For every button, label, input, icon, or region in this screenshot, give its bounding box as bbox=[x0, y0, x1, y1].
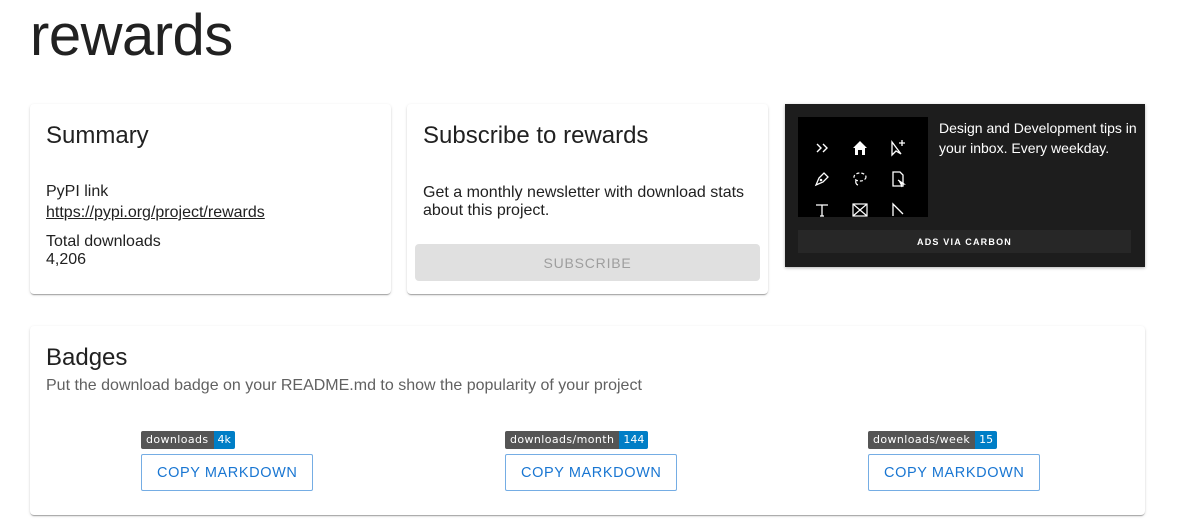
copy-markdown-button-week[interactable]: COPY MARKDOWN bbox=[868, 454, 1041, 491]
downloads-month-badge: downloads/month 144 bbox=[505, 431, 649, 449]
badge-label: downloads/week bbox=[868, 431, 976, 449]
subscribe-title: Subscribe to rewards bbox=[423, 122, 649, 149]
total-downloads-label: Total downloads bbox=[46, 233, 161, 250]
pypi-link-label: PyPI link bbox=[46, 183, 109, 200]
ad-text[interactable]: Design and Development tips in your inbo… bbox=[939, 118, 1139, 158]
summary-card: Summary PyPI link https://pypi.org/proje… bbox=[30, 104, 391, 294]
angle-icon bbox=[888, 200, 908, 220]
badges-title: Badges bbox=[46, 344, 128, 371]
cursor-plus-icon bbox=[888, 138, 908, 158]
downloads-week-badge: downloads/week 15 bbox=[868, 431, 998, 449]
copy-markdown-button-month[interactable]: COPY MARKDOWN bbox=[505, 454, 678, 491]
badges-card: Badges Put the download badge on your RE… bbox=[30, 326, 1145, 515]
lasso-icon bbox=[850, 169, 870, 189]
badges-subtitle: Put the download badge on your README.md… bbox=[46, 377, 642, 394]
carbon-ad[interactable]: Design and Development tips in your inbo… bbox=[785, 104, 1145, 267]
chevrons-icon bbox=[812, 138, 832, 158]
copy-markdown-button-total[interactable]: COPY MARKDOWN bbox=[141, 454, 314, 491]
file-arrow-icon bbox=[888, 169, 908, 189]
badge-label: downloads/month bbox=[505, 431, 620, 449]
pypi-link[interactable]: https://pypi.org/project/rewards bbox=[46, 204, 265, 222]
badge-value: 15 bbox=[975, 431, 998, 449]
home-icon bbox=[850, 138, 870, 158]
text-tool-icon bbox=[812, 200, 832, 220]
subscribe-card: Subscribe to rewards Get a monthly newsl… bbox=[407, 104, 768, 294]
ads-via-carbon-link[interactable]: ADS VIA CARBON bbox=[798, 230, 1131, 253]
subscribe-button[interactable]: SUBSCRIBE bbox=[415, 244, 760, 281]
ad-image[interactable] bbox=[798, 117, 928, 217]
badge-value: 4k bbox=[213, 431, 235, 449]
pen-icon bbox=[812, 169, 832, 189]
badge-group-month: downloads/month 144 COPY MARKDOWN bbox=[505, 430, 678, 491]
subscribe-description: Get a monthly newsletter with download s… bbox=[423, 184, 745, 219]
summary-title: Summary bbox=[46, 122, 149, 149]
badge-group-week: downloads/week 15 COPY MARKDOWN bbox=[868, 430, 1041, 491]
page-title: rewards bbox=[30, 3, 233, 68]
downloads-badge: downloads 4k bbox=[141, 431, 235, 449]
badge-label: downloads bbox=[141, 431, 214, 449]
badge-group-total: downloads 4k COPY MARKDOWN bbox=[141, 430, 314, 491]
frame-icon bbox=[850, 200, 870, 220]
badge-value: 144 bbox=[619, 431, 649, 449]
total-downloads-value: 4,206 bbox=[46, 251, 87, 268]
